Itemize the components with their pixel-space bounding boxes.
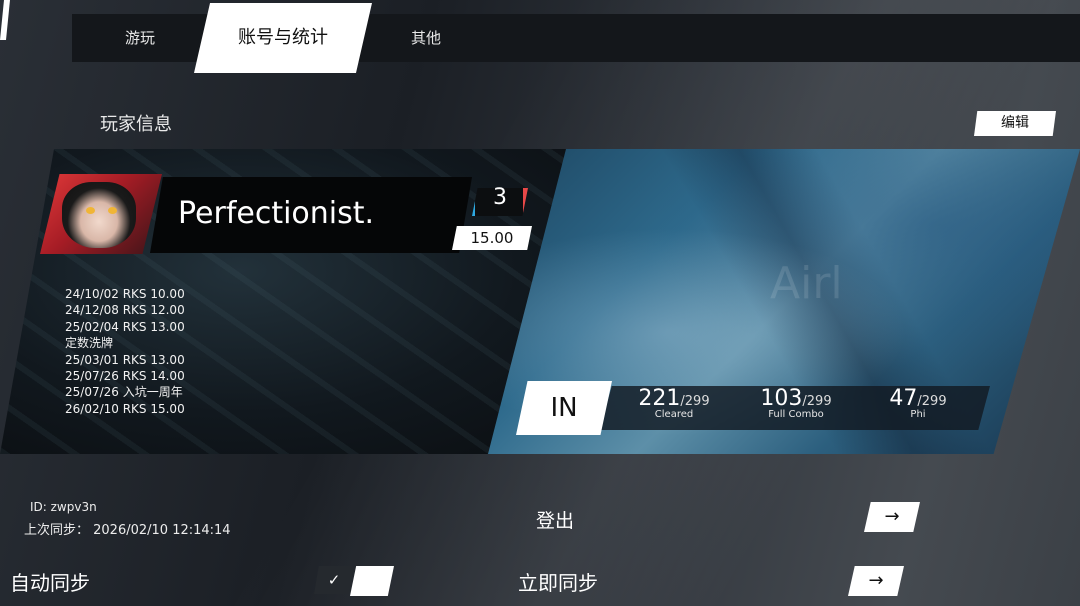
stat-phi: 47/299 Phi <box>858 386 978 420</box>
tab-account-stats[interactable]: 账号与统计 <box>194 3 372 73</box>
last-sync-time: 上次同步： 2026/02/10 12:14:14 <box>24 523 231 538</box>
auto-sync-toggle[interactable] <box>350 566 394 596</box>
avatar-character-icon <box>62 182 136 248</box>
sync-now-button[interactable]: → <box>848 566 904 596</box>
back-edge-mark <box>0 0 10 40</box>
cleared-total: /299 <box>680 394 710 409</box>
avatar-eye-left-icon <box>86 207 95 214</box>
phi-count: 47 <box>889 386 918 411</box>
tab-other[interactable]: 其他 <box>388 14 464 62</box>
arrow-right-icon: → <box>868 570 884 591</box>
history-item: 定数洗牌 <box>65 336 114 351</box>
auto-sync-checkbox[interactable]: ✓ <box>314 566 354 594</box>
difficulty-selector[interactable]: IN <box>516 381 612 435</box>
check-icon: ✓ <box>327 571 341 589</box>
rks-history: 24/10/02 RKS 10.00 24/12/08 RKS 12.00 25… <box>65 286 185 417</box>
tab-play[interactable]: 游玩 <box>100 14 180 62</box>
edit-button[interactable]: 编辑 <box>974 111 1056 136</box>
arrow-right-icon: → <box>884 506 900 527</box>
player-level: 3 <box>493 185 507 210</box>
cleared-label: Cleared <box>654 409 694 420</box>
logout-button[interactable]: → <box>864 502 920 532</box>
logout-label: 登出 <box>536 510 575 532</box>
history-item: 25/02/04 RKS 13.00 <box>65 319 185 334</box>
full-combo-total: /299 <box>802 394 832 409</box>
section-title: 玩家信息 <box>100 114 172 135</box>
illustration-watermark: Airl <box>770 258 843 309</box>
phi-total: /299 <box>917 394 947 409</box>
history-item: 24/10/02 RKS 10.00 <box>65 287 185 301</box>
history-item: 26/02/10 RKS 15.00 <box>65 401 185 416</box>
player-name: Perfectionist. <box>178 196 375 231</box>
player-rks: 15.00 <box>452 226 532 250</box>
history-item: 25/03/01 RKS 13.00 <box>65 352 185 367</box>
cleared-count: 221 <box>638 386 681 411</box>
full-combo-label: Full Combo <box>768 409 824 420</box>
stat-cleared: 221/299 Cleared <box>614 386 734 420</box>
history-item: 24/12/08 RKS 12.00 <box>65 303 185 318</box>
avatar-eye-right-icon <box>108 207 117 214</box>
stat-full-combo: 103/299 Full Combo <box>736 386 856 420</box>
sync-now-label: 立即同步 <box>518 571 598 595</box>
auto-sync-label: 自动同步 <box>10 571 90 595</box>
phi-label: Phi <box>910 409 926 420</box>
account-id: ID: zwpv3n <box>30 500 97 514</box>
full-combo-count: 103 <box>760 386 803 411</box>
history-item: 25/07/26 RKS 14.00 <box>65 369 185 384</box>
history-item: 25/07/26 入坑一周年 <box>65 385 183 400</box>
